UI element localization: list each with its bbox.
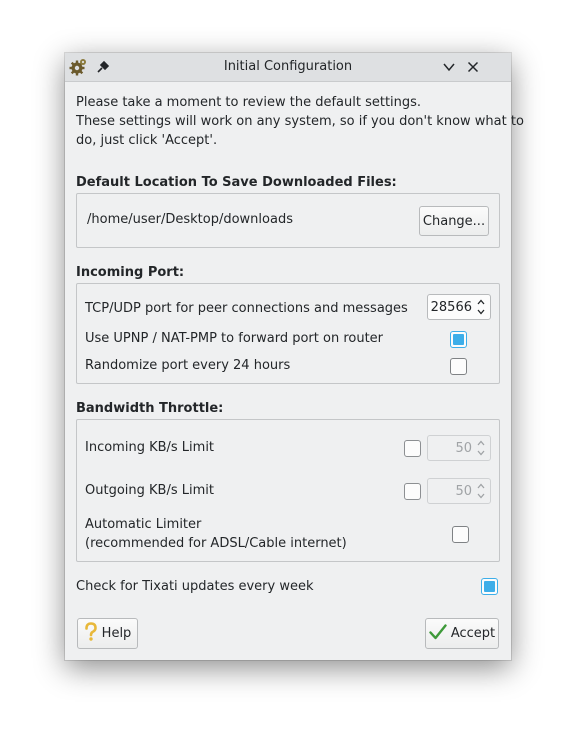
upnp-label: Use UPNP / NAT-PMP to forward port on ro… [85, 331, 384, 346]
outgoing-limit-spinbox[interactable]: 50 [427, 478, 491, 504]
chevron-down-icon[interactable] [440, 58, 458, 76]
automatic-limiter-checkbox[interactable] [452, 526, 469, 543]
help-icon [84, 621, 98, 646]
outgoing-limit-checkbox[interactable] [404, 483, 421, 500]
bandwidth-throttle-group: Incoming KB/s Limit 50 Outgoing KB/s Lim… [76, 419, 500, 562]
randomize-port-checkbox[interactable] [450, 358, 467, 375]
help-button-label: Help [101, 626, 132, 641]
download-location-heading: Default Location To Save Downloaded File… [76, 175, 397, 190]
port-label: TCP/UDP port for peer connections and me… [85, 301, 408, 316]
bandwidth-throttle-heading: Bandwidth Throttle: [76, 401, 224, 416]
randomize-port-label: Randomize port every 24 hours [85, 358, 291, 373]
incoming-limit-spinbox[interactable]: 50 [427, 435, 491, 461]
port-spinbox[interactable]: 28566 [427, 294, 491, 320]
accept-button-label: Accept [450, 626, 496, 641]
initial-configuration-dialog: Initial Configuration Please take a mome… [65, 53, 524, 660]
port-stepper-arrows-icon[interactable] [475, 297, 487, 317]
incoming-limit-label: Incoming KB/s Limit [85, 440, 215, 455]
incoming-port-heading: Incoming Port: [76, 265, 185, 280]
upnp-checkbox[interactable] [450, 331, 467, 348]
close-icon[interactable] [464, 58, 482, 76]
incoming-stepper-arrows-icon[interactable] [475, 438, 487, 458]
change-button-label: Change... [422, 213, 486, 229]
check-updates-label: Check for Tixati updates every week [76, 579, 314, 594]
outgoing-limit-label: Outgoing KB/s Limit [85, 483, 214, 498]
incoming-limit-value: 50 [455, 441, 472, 456]
port-value: 28566 [430, 300, 472, 315]
intro-line-1: Please take a moment to review the defau… [76, 95, 422, 110]
checkmark-icon [429, 623, 447, 644]
change-location-button[interactable]: Change... [419, 206, 489, 236]
download-location-group: /home/user/Desktop/downloads Change... [76, 193, 500, 248]
intro-line-3: do, just click 'Accept'. [76, 133, 218, 148]
intro-line-2: These settings will work on any system, … [76, 114, 524, 129]
download-path: /home/user/Desktop/downloads [87, 212, 293, 227]
automatic-limiter-note: (recommended for ADSL/Cable internet) [85, 536, 347, 551]
incoming-port-group: TCP/UDP port for peer connections and me… [76, 283, 500, 384]
help-button[interactable]: Help [77, 618, 138, 649]
outgoing-limit-value: 50 [455, 484, 472, 499]
check-updates-checkbox[interactable] [481, 578, 498, 595]
title-bar: Initial Configuration [65, 53, 511, 82]
incoming-limit-checkbox[interactable] [404, 440, 421, 457]
automatic-limiter-label: Automatic Limiter [85, 517, 202, 532]
outgoing-stepper-arrows-icon[interactable] [475, 481, 487, 501]
accept-button[interactable]: Accept [425, 618, 499, 649]
